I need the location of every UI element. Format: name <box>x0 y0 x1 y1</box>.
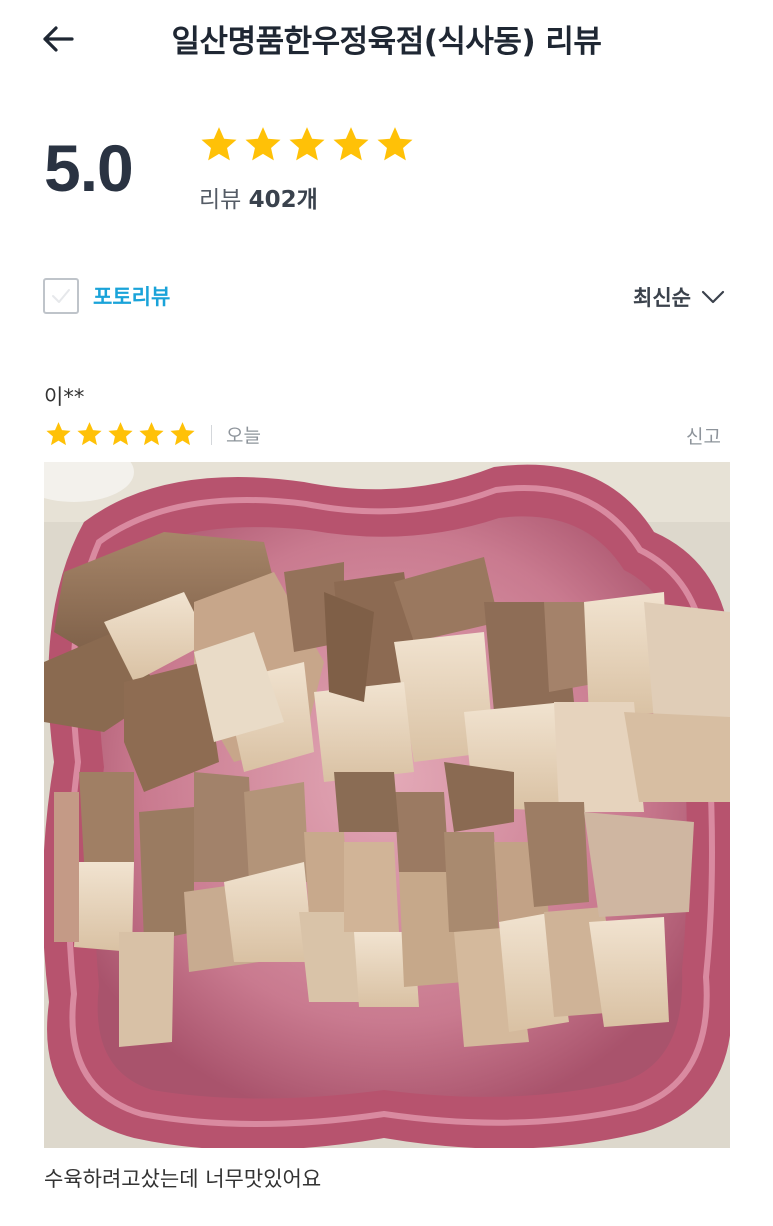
star-icon <box>77 422 102 446</box>
star-icon <box>333 127 369 161</box>
star-icon <box>289 127 325 161</box>
review-count: 리뷰 402개 <box>199 180 318 214</box>
sort-label: 최신순 <box>633 286 691 310</box>
review-photo[interactable] <box>44 462 730 1148</box>
star-icon <box>245 127 281 161</box>
chevron-down-icon <box>701 290 725 304</box>
review-text: 수육하려고샀는데 너무맛있어요 <box>44 1167 322 1191</box>
meta-divider <box>211 424 212 445</box>
review-star-rating <box>44 420 197 449</box>
star-icon <box>170 422 195 446</box>
average-star-rating <box>198 124 416 166</box>
meat-slices <box>44 532 730 1047</box>
reviews-page: 일산명품한우정육점(식사동) 리뷰 5.0 리뷰 402개 포토리뷰 최신순 이… <box>0 0 773 1226</box>
star-icon <box>108 422 133 446</box>
photo-review-checkbox[interactable] <box>43 278 79 314</box>
check-icon <box>52 289 70 303</box>
star-icon <box>46 422 71 446</box>
average-score: 5.0 <box>44 131 134 205</box>
star-icon <box>139 422 164 446</box>
review-meta: 오늘 <box>44 420 261 449</box>
star-icon <box>377 127 413 161</box>
page-title: 일산명품한우정육점(식사동) 리뷰 <box>171 24 602 60</box>
photo-review-label: 포토리뷰 <box>93 285 171 309</box>
photo-review-filter[interactable]: 포토리뷰 <box>43 278 170 314</box>
boiled-pork-photo <box>44 462 730 1148</box>
review-count-prefix: 리뷰 <box>199 187 242 213</box>
review-date: 오늘 <box>226 425 261 447</box>
sort-dropdown[interactable]: 최신순 <box>633 282 725 312</box>
review-author: 이** <box>44 385 85 409</box>
report-button[interactable]: 신고 <box>686 422 721 449</box>
review-count-value: 402개 <box>248 187 318 213</box>
star-icon <box>201 127 237 161</box>
